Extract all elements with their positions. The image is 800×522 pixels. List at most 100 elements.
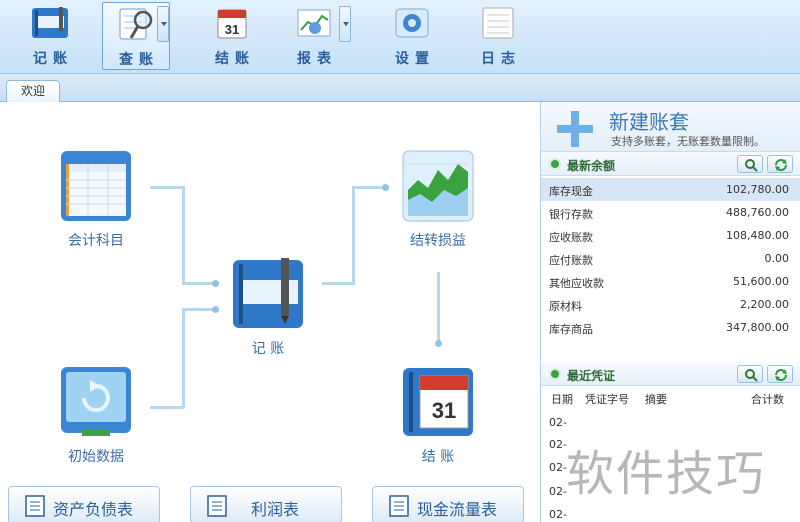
balance-row[interactable]: 应付账款 0.00 [541, 247, 800, 270]
voucher-row[interactable]: 02- [549, 485, 567, 498]
balance-sheet-button[interactable]: 资产负债表 [8, 486, 160, 522]
voucher-col-number: 凭证字号 [585, 393, 629, 406]
gear-icon [395, 8, 429, 38]
cash-flow-label: 现金流量表 [417, 500, 498, 519]
accounts-label: 会计科目 [68, 233, 124, 249]
status-dot-icon [549, 158, 561, 170]
accounts-node[interactable]: 会计科目 [60, 150, 132, 249]
calendar-day: 31 [225, 22, 239, 37]
ledger-book-icon [233, 258, 303, 328]
balance-account-name: 库存现金 [549, 185, 593, 198]
tab-welcome[interactable]: 欢迎 [6, 80, 60, 103]
voucher-col-summary: 摘要 [645, 393, 667, 406]
connector-line [182, 308, 185, 408]
income-statement-label: 利润表 [251, 500, 300, 519]
chart-report-icon [297, 9, 331, 37]
connector-dot [435, 340, 442, 347]
connector-line [150, 406, 184, 409]
log-icon [482, 7, 514, 39]
vouchers-title: 最近凭证 [567, 369, 616, 383]
document-icon [25, 495, 45, 517]
balance-amount: 2,200.00 [740, 298, 789, 311]
balances-header: 最新余额 [541, 152, 800, 176]
voucher-col-date: 日期 [551, 393, 573, 406]
toolbar-log-button[interactable]: 日志 [464, 2, 532, 70]
balance-amount: 347,800.00 [726, 321, 789, 334]
balance-row[interactable]: 原材料 2,200.00 [541, 293, 800, 316]
balance-account-name: 原材料 [549, 300, 582, 313]
calendar-day: 31 [432, 398, 456, 423]
transfer-node[interactable]: 结转损益 [402, 150, 474, 249]
tab-bar: 欢迎 [0, 74, 800, 103]
balance-row[interactable]: 其他应收款 51,600.00 [541, 270, 800, 293]
search-icon [745, 159, 758, 172]
toolbar-label: 查账 [119, 52, 159, 68]
connector-line [352, 186, 355, 285]
closing-label: 结 账 [421, 449, 455, 465]
balance-account-name: 其他应收款 [549, 277, 604, 290]
toolbar-label: 日志 [481, 51, 521, 67]
closing-node[interactable]: 31 结 账 [402, 366, 474, 465]
toolbar-label: 设置 [395, 51, 435, 67]
status-dot-icon [549, 368, 561, 380]
connector-line [182, 308, 216, 311]
vouchers-search-button[interactable] [737, 365, 763, 383]
cash-flow-button[interactable]: 现金流量表 [372, 486, 524, 522]
connector-dot [382, 184, 389, 191]
balance-amount: 0.00 [764, 252, 790, 265]
toolbar-report-button[interactable]: 报表 [280, 2, 348, 70]
document-icon [207, 495, 227, 517]
balance-row[interactable]: 应收账款 108,480.00 [541, 224, 800, 247]
balance-amount: 51,600.00 [733, 275, 789, 288]
balance-row[interactable]: 银行存款 488,760.00 [541, 201, 800, 224]
balances-title: 最新余额 [567, 159, 616, 173]
refresh-icon [775, 159, 787, 171]
income-statement-button[interactable]: 利润表 [190, 486, 342, 522]
initial-data-label: 初始数据 [68, 449, 124, 465]
voucher-row[interactable]: 02- [549, 461, 567, 474]
vouchers-refresh-button[interactable] [767, 365, 793, 383]
balance-amount: 102,780.00 [726, 183, 789, 196]
connector-line [352, 186, 386, 189]
balances-search-button[interactable] [737, 155, 763, 173]
toolbar-settings-button[interactable]: 设置 [378, 2, 446, 70]
voucher-row[interactable]: 02- [549, 508, 567, 521]
new-account-set-subtitle: 支持多账套，无账套数量限制。 [611, 135, 765, 148]
toolbar-label: 结账 [215, 51, 255, 67]
voucher-row[interactable]: 02- [549, 438, 567, 451]
new-account-set-button[interactable]: 新建账套 支持多账套，无账套数量限制。 [541, 102, 800, 152]
toolbar-bookkeeping-button[interactable]: 记账 [16, 2, 84, 70]
area-chart-icon [402, 150, 474, 222]
initial-data-node[interactable]: 初始数据 [60, 366, 132, 465]
search-icon [745, 369, 758, 382]
balance-account-name: 应付账款 [549, 254, 593, 267]
workflow-area: 会计科目 结转损益 记 账 初始数据 31 结 账 资产负债表 利润表 现金流量… [0, 102, 540, 522]
toolbar-label: 记账 [33, 51, 73, 67]
connector-line [182, 282, 216, 285]
balance-row[interactable]: 库存现金 102,780.00 [541, 178, 800, 201]
ledger-book-icon [32, 7, 68, 38]
magnifier-icon [119, 8, 153, 40]
connector-dot [212, 306, 219, 313]
calendar-icon: 31 [403, 368, 473, 436]
document-icon [389, 495, 409, 517]
voucher-col-total: 合计数 [751, 393, 784, 406]
transfer-label: 结转损益 [410, 233, 466, 249]
bookkeeping-label: 记 账 [251, 341, 285, 357]
balance-amount: 108,480.00 [726, 229, 789, 242]
balance-row[interactable]: 库存商品 347,800.00 [541, 316, 800, 339]
toolbar-closing-button[interactable]: 31 结账 [198, 2, 266, 70]
refresh-icon [775, 369, 787, 381]
voucher-row[interactable]: 02- [549, 416, 567, 429]
balance-account-name: 银行存款 [549, 208, 593, 221]
check-dropdown-button[interactable] [157, 6, 169, 42]
balance-amount: 488,760.00 [726, 206, 789, 219]
toolbar-label: 报表 [297, 51, 337, 67]
vouchers-header: 最近凭证 [541, 362, 800, 386]
report-dropdown-button[interactable] [339, 6, 351, 42]
balances-refresh-button[interactable] [767, 155, 793, 173]
watermark: 软件技巧 [566, 446, 767, 502]
balance-account-name: 库存商品 [549, 323, 593, 336]
bookkeeping-node[interactable]: 记 账 [232, 258, 304, 357]
balance-sheet-label: 资产负债表 [53, 500, 134, 519]
